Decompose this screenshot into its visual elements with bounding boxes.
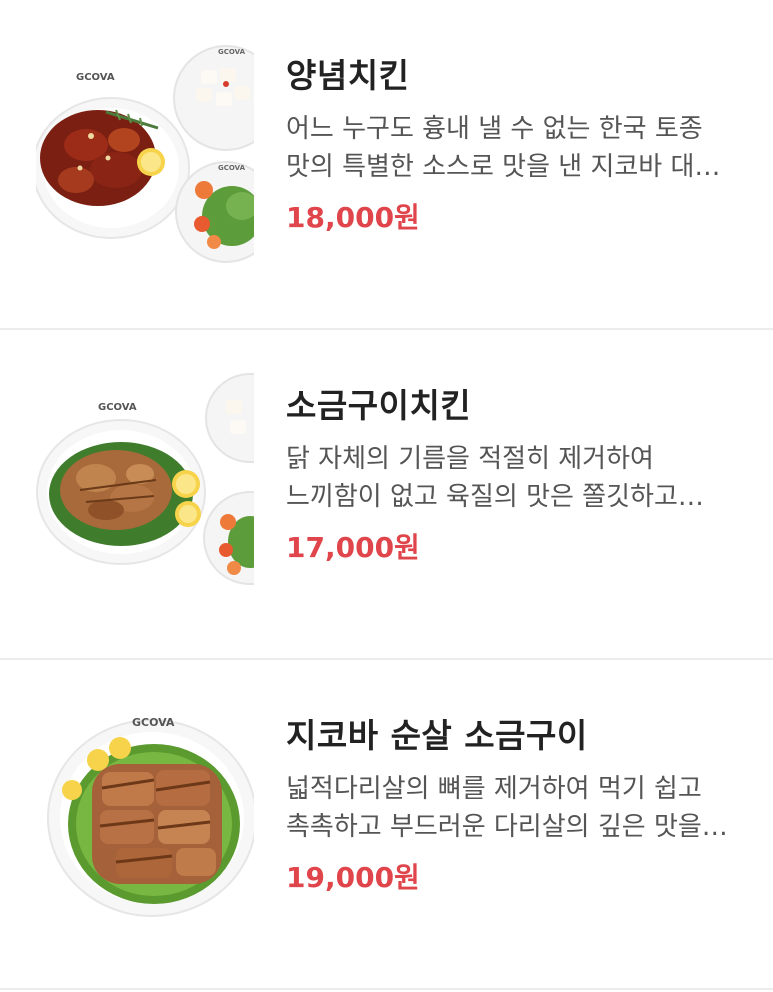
menu-item-title: 지코바 순살 소금구이	[286, 716, 588, 755]
menu-item-photo: GCOVA	[36, 370, 254, 596]
menu-item-info: 지코바 순살 소금구이 넓적다리살의 뼈를 제거하여 먹기 쉽고 촉촉하고 부드…	[286, 714, 749, 898]
menu-list: GCOVA GCOVA GCOVA 양념치킨 어느 누구도 흉내 낼 수 없는 …	[0, 0, 773, 990]
menu-item-photo: GCOVA	[36, 700, 254, 926]
menu-item-description: 넓적다리살의 뼈를 제거하여 먹기 쉽고 촉촉하고 부드러운 다리살의 깊은 맛…	[286, 774, 702, 842]
salt-grilled-chicken-image: GCOVA	[36, 373, 254, 585]
plate-brand-text: GCOVA	[98, 402, 137, 413]
menu-item-title: 소금구이치킨	[286, 386, 472, 425]
menu-item-price: 17,000원	[286, 531, 420, 564]
menu-item-price: 18,000원	[286, 201, 420, 234]
plate-brand-text: GCOVA	[76, 72, 115, 83]
menu-item-boneless-salt-grilled[interactable]: GCOVA 지코바 순살 소금구이 넓적다리살의 뼈를 제거하여 먹기 쉽고 촉…	[0, 660, 773, 990]
boneless-salt-grilled-image: GCOVA	[47, 716, 254, 917]
menu-item-title: 양념치킨	[286, 56, 410, 95]
plate-brand-text: GCOVA	[132, 716, 175, 729]
menu-item-info: 소금구이치킨 닭 자체의 기름을 적절히 제거하여 느끼함이 없고 육질의 맛은…	[286, 384, 749, 568]
menu-item-yangnyeom-chicken[interactable]: GCOVA GCOVA GCOVA 양념치킨 어느 누구도 흉내 낼 수 없는 …	[0, 0, 773, 330]
bowl-brand-text: GCOVA	[218, 48, 246, 56]
menu-item-salt-grilled-chicken[interactable]: GCOVA 소금구이치킨 닭 자체의 기름을 적절히 제거하여 느끼함이 없고 …	[0, 330, 773, 660]
menu-item-price: 19,000원	[286, 861, 420, 894]
bowl-brand-text: GCOVA	[218, 164, 246, 172]
yangnyeom-chicken-image: GCOVA GCOVA GCOVA	[36, 45, 254, 263]
menu-item-photo: GCOVA GCOVA GCOVA	[36, 40, 254, 266]
menu-item-description: 어느 누구도 흉내 낼 수 없는 한국 토종 맛의 특별한 소스로 맛을 낸 지…	[286, 114, 719, 182]
menu-item-info: 양념치킨 어느 누구도 흉내 낼 수 없는 한국 토종 맛의 특별한 소스로 맛…	[286, 54, 749, 238]
menu-item-description: 닭 자체의 기름을 적절히 제거하여 느끼함이 없고 육질의 맛은 쫄깃하고 담…	[286, 444, 678, 512]
